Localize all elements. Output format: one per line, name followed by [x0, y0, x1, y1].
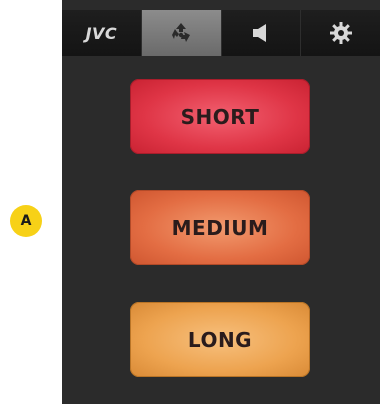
app-screen: JVC SHORT MEDIUM LONG	[62, 0, 380, 404]
annotation-marker-a: A	[10, 205, 42, 237]
long-button[interactable]: LONG	[130, 302, 310, 377]
gear-icon	[329, 21, 353, 45]
mode-button-group: SHORT MEDIUM LONG	[62, 56, 380, 404]
medium-button[interactable]: MEDIUM	[130, 190, 310, 265]
tab-jvc[interactable]: JVC	[62, 10, 142, 56]
recycle-icon	[169, 21, 193, 45]
tab-recycle[interactable]	[141, 10, 222, 56]
jvc-logo: JVC	[85, 23, 118, 43]
speaker-icon	[250, 22, 272, 44]
tab-speaker[interactable]	[222, 10, 302, 56]
short-button[interactable]: SHORT	[130, 79, 310, 154]
tab-settings[interactable]	[301, 10, 380, 56]
tab-bar: JVC	[62, 10, 380, 56]
